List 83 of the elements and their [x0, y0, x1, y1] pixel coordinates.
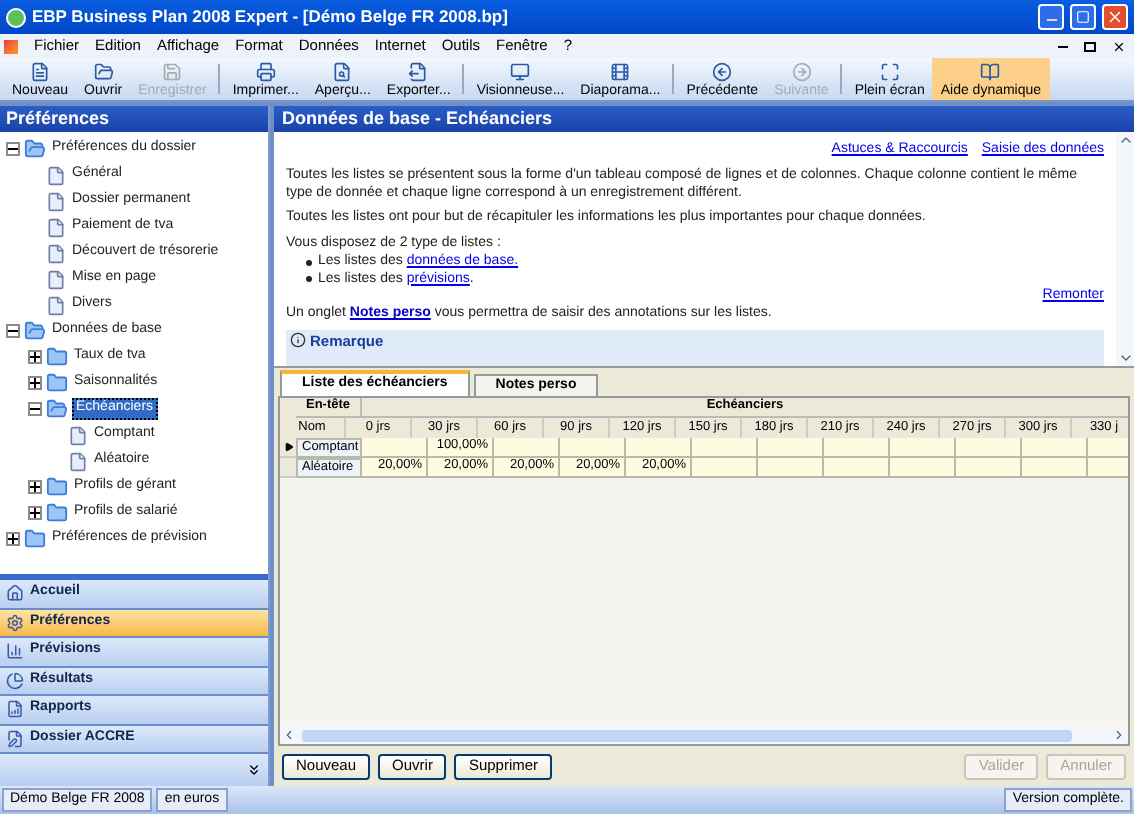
open-folder-icon	[46, 398, 68, 420]
pie-chart-icon	[6, 671, 24, 690]
table-cell	[1022, 458, 1088, 478]
export-icon	[408, 61, 429, 81]
scroll-right-icon[interactable]	[1112, 728, 1126, 742]
document-icon	[46, 217, 66, 237]
app-logo-icon	[6, 7, 26, 27]
table-cell	[692, 458, 758, 478]
table-cell	[824, 458, 890, 478]
bullet-icon	[306, 259, 312, 266]
table-cell	[890, 438, 956, 458]
row-indicator[interactable]	[280, 438, 296, 458]
panel-header: Préférences	[0, 106, 268, 132]
restore-icon[interactable]	[1084, 41, 1096, 51]
table-cell	[1022, 438, 1088, 458]
collapse-toggle[interactable]	[6, 324, 20, 338]
document-icon	[46, 295, 66, 315]
table-cell	[626, 438, 692, 458]
app-menu-icon[interactable]	[4, 39, 18, 53]
folder-icon	[46, 476, 68, 498]
table-cell	[824, 438, 890, 458]
report-icon	[6, 700, 24, 719]
document-magnifier-icon	[332, 61, 353, 81]
table-cell	[890, 458, 956, 478]
scroll-down-icon[interactable]	[1117, 350, 1133, 366]
expand-toggle[interactable]	[28, 376, 42, 390]
folder-icon	[46, 346, 68, 368]
vertical-scrollbar[interactable]	[1116, 132, 1134, 366]
close-button[interactable]	[1102, 4, 1128, 30]
document-pen-icon	[6, 729, 24, 748]
current-row-icon	[283, 442, 293, 452]
minimize-button[interactable]	[1038, 4, 1064, 30]
expand-toggle[interactable]	[28, 506, 42, 520]
folder-icon	[46, 372, 68, 394]
document-icon	[46, 269, 66, 289]
table-cell	[494, 438, 560, 458]
close-icon	[1106, 8, 1124, 26]
collapse-toggle[interactable]	[28, 402, 42, 416]
document-icon	[46, 165, 66, 185]
table-cell	[758, 438, 824, 458]
film-icon	[610, 61, 631, 81]
folder-icon	[46, 502, 68, 524]
expand-toggle[interactable]	[28, 350, 42, 364]
gear-icon	[6, 613, 24, 632]
new-document-icon	[30, 61, 51, 81]
horizontal-scrollbar[interactable]	[280, 726, 1128, 744]
chart-icon	[6, 642, 24, 661]
document-icon	[46, 191, 66, 211]
fullscreen-icon	[879, 61, 900, 81]
monitor-icon	[510, 61, 531, 81]
restore-icon	[1076, 10, 1090, 24]
expand-toggle[interactable]	[6, 532, 20, 546]
document-icon	[68, 425, 88, 445]
expand-toggle[interactable]	[28, 480, 42, 494]
document-icon	[68, 451, 88, 471]
restore-button[interactable]	[1070, 4, 1096, 30]
printer-icon	[255, 61, 276, 81]
forward-circle-icon	[791, 61, 812, 81]
info-icon	[290, 331, 306, 348]
close-icon[interactable]	[1112, 39, 1126, 53]
book-icon	[980, 61, 1001, 81]
table-cell	[692, 438, 758, 458]
document-icon	[46, 243, 66, 263]
home-icon	[6, 584, 24, 603]
more-icon[interactable]	[246, 762, 262, 778]
table-cell	[956, 438, 1022, 458]
table-cell	[362, 438, 428, 458]
open-folder-icon	[24, 320, 46, 342]
table-cell	[560, 438, 626, 458]
collapse-toggle[interactable]	[6, 142, 20, 156]
splitter-handle[interactable]	[0, 574, 268, 580]
bullet-icon	[306, 276, 312, 283]
scroll-left-icon[interactable]	[282, 728, 296, 742]
table-cell	[758, 458, 824, 478]
minimize-icon[interactable]	[1058, 45, 1068, 47]
back-circle-icon	[712, 61, 733, 81]
folder-icon	[93, 61, 114, 81]
table-cell	[956, 458, 1022, 478]
scroll-up-icon[interactable]	[1117, 132, 1133, 148]
open-folder-icon	[24, 138, 46, 160]
folder-icon	[24, 528, 46, 550]
panel-header: Données de base - Echéanciers	[274, 106, 1134, 132]
window-title: EBP Business Plan 2008 Expert - [Démo Belge FR 2008.bp]	[32, 6, 510, 28]
